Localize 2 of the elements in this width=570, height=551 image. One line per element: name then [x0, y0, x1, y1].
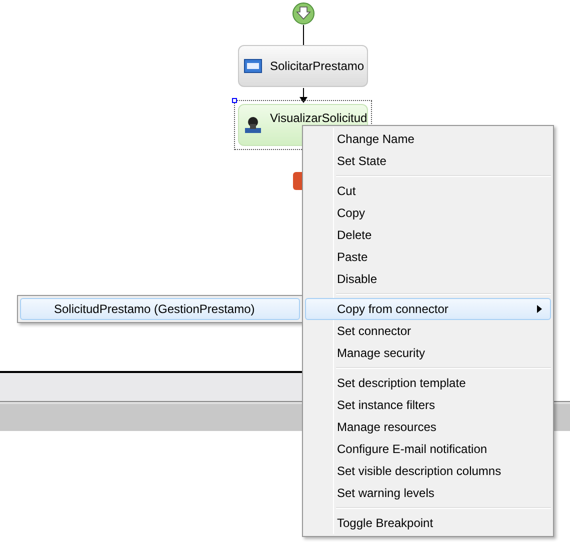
node-label: SolicitarPrestamo: [270, 60, 364, 72]
node-label: VisualizarSolicitud: [270, 112, 368, 124]
